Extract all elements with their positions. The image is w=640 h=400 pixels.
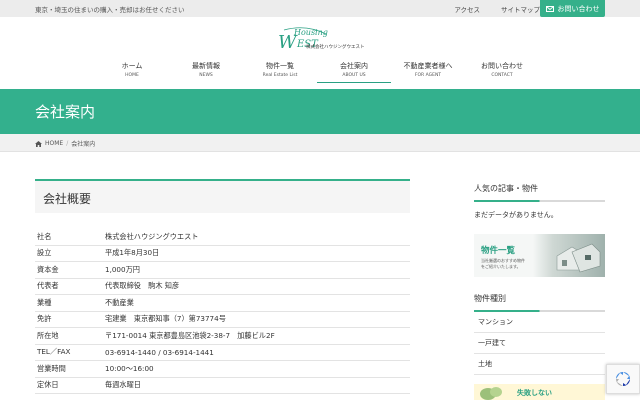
category-land[interactable]: 土地 xyxy=(474,354,605,375)
table-row: TEL／FAX 03-6914-1440 / 03-6914-1441 xyxy=(35,345,410,361)
access-link[interactable]: アクセス xyxy=(454,4,480,14)
category-house[interactable]: 一戸建て xyxy=(474,333,605,354)
table-row: 業種 不動産業 xyxy=(35,295,410,312)
breadcrumb-home-link[interactable]: HOME xyxy=(45,140,63,147)
recaptcha-badge[interactable] xyxy=(606,364,640,394)
nav-item-home[interactable]: ホーム HOME xyxy=(95,59,169,83)
nav-item-news[interactable]: 最新情報 NEWS xyxy=(169,59,243,83)
table-row: 社名 株式会社ハウジングウエスト xyxy=(35,229,410,246)
page-banner: 会社案内 xyxy=(0,89,640,134)
bottom-promo-banner[interactable]: 失敗しない xyxy=(474,384,605,400)
plant-image xyxy=(480,387,502,400)
table-row: 資本金 1,000万円 xyxy=(35,262,410,279)
main-nav: ホーム HOME 最新情報 NEWS 物件一覧 Real Estate List… xyxy=(95,59,539,83)
nav-item-contact[interactable]: お問い合わせ CONTACT xyxy=(465,59,539,83)
category-list: マンション 一戸建て 土地 xyxy=(474,312,605,375)
top-links: アクセス サイトマップ xyxy=(454,4,540,14)
nav-item-real-estate[interactable]: 物件一覧 Real Estate List xyxy=(243,59,317,83)
breadcrumb-bar: HOME / 会社案内 xyxy=(0,134,640,152)
logo-company-name: 株式会社ハウジングウエスト xyxy=(306,45,365,50)
mail-icon xyxy=(545,5,554,12)
company-info-table: 社名 株式会社ハウジングウエスト 設立 平成1年8月30日 資本金 1,000万円 代… xyxy=(35,229,410,394)
house-model-image xyxy=(556,243,601,273)
table-row: 所在地 〒171-0014 東京都豊島区池袋2-38-7 加藤ビル2F xyxy=(35,328,410,345)
nav-item-agent[interactable]: 不動産業者様へ FOR AGENT xyxy=(391,59,465,83)
sidebar-popular-empty: まだデータがありません。 xyxy=(474,211,558,219)
table-row: 設立 平成1年8月30日 xyxy=(35,246,410,262)
nav-item-about[interactable]: 会社案内 ABOUT US xyxy=(317,59,391,83)
svg-text:W: W xyxy=(278,32,298,52)
sidebar-popular-heading: 人気の記事・物件 xyxy=(474,183,605,202)
breadcrumb-current: 会社案内 xyxy=(71,141,96,148)
category-mansion[interactable]: マンション xyxy=(474,312,605,333)
breadcrumb: HOME / 会社案内 xyxy=(35,139,95,148)
section-title: 会社概要 xyxy=(43,192,92,206)
property-list-banner[interactable]: 物件一覧 当社厳選のおすすめ物件をご紹介いたします。 xyxy=(474,234,605,277)
recaptcha-icon xyxy=(616,372,630,386)
contact-button-label: お問い合わせ xyxy=(557,4,600,13)
table-row: 代表者 代表取締役 駒木 知彦 xyxy=(35,279,410,295)
table-row: 定休日 毎週水曜日 xyxy=(35,378,410,394)
tagline: 東京・埼玉の住まいの購入・売却はお任せください xyxy=(35,6,185,14)
sidebar-category-heading: 物件種別 xyxy=(474,293,605,312)
section-header: 会社概要 xyxy=(35,179,410,213)
table-row: 免許 宅建業 東京都知事（7）第73774号 xyxy=(35,312,410,328)
bottom-banner-text: 失敗しない xyxy=(517,389,552,397)
banner-title: 物件一覧 xyxy=(481,246,516,256)
breadcrumb-separator: / xyxy=(66,140,69,147)
contact-button[interactable]: お問い合わせ xyxy=(540,0,605,17)
sitemap-link[interactable]: サイトマップ xyxy=(501,4,540,14)
table-row: 営業時間 10:00〜16:00 xyxy=(35,361,410,378)
home-icon xyxy=(35,140,42,147)
banner-subtitle: 当社厳選のおすすめ物件をご紹介いたします。 xyxy=(481,258,525,269)
page-title: 会社案内 xyxy=(35,103,96,121)
